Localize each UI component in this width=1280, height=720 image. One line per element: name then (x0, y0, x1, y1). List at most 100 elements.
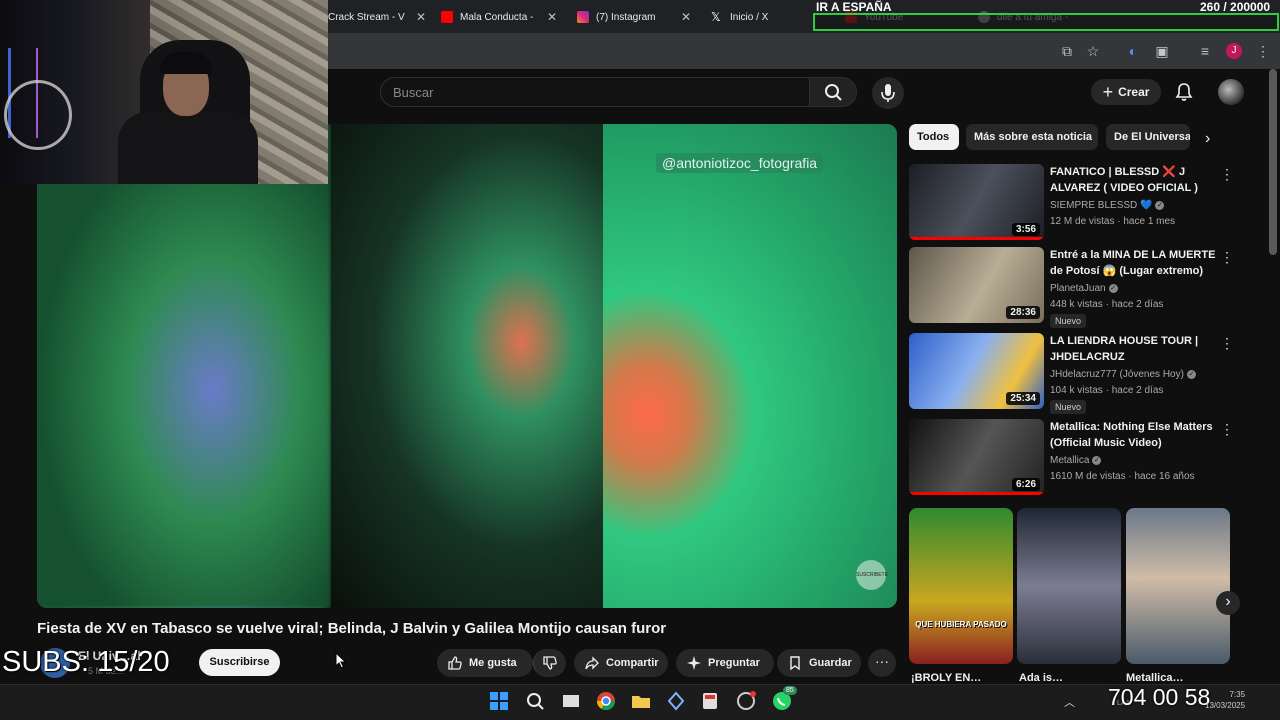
dislike-button[interactable] (533, 649, 566, 677)
watch-progress-bar (909, 237, 1044, 240)
search-icon (825, 84, 842, 101)
scrollbar[interactable] (1269, 69, 1277, 255)
bookmark-star-icon[interactable]: ☆ (1084, 42, 1102, 60)
recommendation-title: LA LIENDRA HOUSE TOUR | JHDELACRUZ (1050, 335, 1199, 363)
account-avatar[interactable] (1218, 79, 1244, 105)
thumbs-up-icon (448, 656, 462, 670)
tab-label: Mala Conducta - (460, 11, 534, 23)
video-duration: 28:36 (1006, 306, 1040, 319)
menu-kebab-icon[interactable]: ⋮ (1254, 42, 1272, 60)
recommendation-channel: PlanetaJuan ✓ (1050, 283, 1118, 294)
more-actions-button[interactable]: ··· (868, 649, 896, 677)
profile-avatar-icon[interactable]: J (1226, 43, 1242, 59)
tab-x[interactable]: 𝕏 Inicio / X (711, 4, 811, 30)
like-label: Me gusta (469, 657, 517, 669)
recommendation-meta: 1610 M de vistas · hace 16 años (1050, 471, 1195, 482)
bookmark-icon (790, 656, 800, 671)
tab-crack-stream[interactable]: Crack Stream - V ✕ (328, 4, 426, 30)
close-icon[interactable]: ✕ (547, 10, 557, 24)
system-clock[interactable]: 7:35 13/03/2025 (1205, 689, 1245, 711)
verified-check-icon: ✓ (1155, 200, 1165, 210)
video-player[interactable] (37, 124, 897, 608)
microphone-icon (881, 84, 895, 102)
ask-button[interactable]: Preguntar (676, 649, 774, 677)
close-icon[interactable]: ✕ (681, 10, 691, 24)
search-icon[interactable] (524, 690, 546, 712)
search-input[interactable]: Buscar (380, 77, 810, 107)
recommendation-item[interactable]: 28:36 Entré a la MINA DE LA MUERTE de Po… (909, 247, 1249, 328)
chevron-right-icon[interactable]: › (1205, 130, 1210, 148)
overlay-stream-clock: 704 00 58 (1108, 684, 1211, 710)
video-frame-right (603, 124, 897, 608)
close-icon[interactable]: ✕ (416, 10, 426, 24)
recommendation-item[interactable]: 25:34 LA LIENDRA HOUSE TOUR | JHDELACRUZ… (909, 333, 1249, 414)
short-title: ¡BROLY EN… (911, 672, 982, 684)
more-options-icon[interactable]: ⋮ (1220, 421, 1234, 438)
progress-overlay-frame (813, 13, 1279, 31)
video-subscribe-badge: SUSCRIBETE (856, 560, 888, 590)
recommendation-channel: SIEMPRE BLESSD 💙 ✓ (1050, 200, 1165, 211)
app-steam-icon[interactable] (735, 690, 757, 712)
video-title: Fiesta de XV en Tabasco se vuelve viral;… (37, 620, 667, 637)
chip-mas-sobre-noticia[interactable]: Más sobre esta noticia (966, 124, 1098, 150)
file-explorer-icon[interactable] (630, 690, 652, 712)
save-button[interactable]: Guardar (777, 649, 861, 677)
cast-icon[interactable]: ⧉ (1058, 42, 1076, 60)
chevron-up-icon[interactable]: ︿ (1064, 694, 1075, 710)
windows-start-icon[interactable] (488, 690, 510, 712)
search-button[interactable] (809, 77, 857, 107)
whatsapp-icon[interactable]: 85 (771, 686, 797, 712)
save-label: Guardar (809, 657, 852, 669)
tab-label: (7) Instagram (596, 11, 656, 23)
subscribe-button[interactable]: Suscribirse (199, 649, 280, 676)
like-button[interactable]: Me gusta (437, 649, 533, 677)
tab-instagram[interactable]: (7) Instagram ✕ (577, 4, 691, 30)
voice-search-button[interactable] (872, 77, 904, 109)
recommendation-title: FANATICO | BLESSD ❌ J ALVAREZ ( VIDEO OF… (1050, 166, 1198, 194)
streamer-webcam (0, 0, 328, 184)
new-badge: Nuevo (1050, 314, 1087, 328)
chrome-icon[interactable] (595, 690, 617, 712)
puzzle-icon[interactable]: ▣ (1153, 42, 1171, 60)
webcam-headset (4, 80, 72, 150)
video-thumbnail[interactable]: 28:36 (909, 247, 1044, 323)
instagram-icon (577, 11, 589, 23)
more-options-icon[interactable]: ⋮ (1220, 249, 1234, 266)
short-thumbnail[interactable] (1126, 508, 1230, 664)
task-view-icon[interactable] (560, 690, 582, 712)
chip-de-el-universal[interactable]: De El Universal (1106, 124, 1190, 150)
verified-check-icon: ✓ (1186, 369, 1196, 379)
media-control-icon[interactable]: ≡ (1196, 42, 1214, 60)
create-button[interactable]: + Crear (1091, 79, 1161, 105)
short-thumbnail[interactable] (1017, 508, 1121, 664)
create-label: Crear (1118, 85, 1150, 99)
more-options-icon[interactable]: ⋮ (1220, 166, 1234, 183)
recommendation-item[interactable]: 6:26 Metallica: Nothing Else Matters (Of… (909, 419, 1249, 499)
short-thumbnail[interactable]: QUE HUBIERA PASADO (909, 508, 1013, 664)
app-diamond-icon[interactable] (665, 690, 687, 712)
recommendation-channel: JHdelacruz777 (Jóvenes Hoy) ✓ (1050, 369, 1196, 380)
short-title: Metallica… (1126, 672, 1184, 684)
chevron-right-icon[interactable]: › (1216, 591, 1240, 615)
thumbs-down-icon (543, 656, 557, 670)
recommendation-item[interactable]: 3:56 FANATICO | BLESSD ❌ J ALVAREZ ( VID… (909, 164, 1249, 244)
overlay-goal-title: IR A ESPAÑA (816, 0, 892, 14)
watch-progress-bar (909, 492, 1044, 495)
share-arrow-icon (585, 656, 599, 670)
extension-audio-icon[interactable]: ◐ (1124, 42, 1142, 60)
system-time: 7:35 (1229, 690, 1246, 699)
video-thumbnail[interactable]: 6:26 (909, 419, 1044, 495)
notifications-bell-icon[interactable] (1174, 82, 1194, 102)
tab-mala-conducta[interactable]: Mala Conducta - ✕ (441, 4, 557, 30)
video-duration: 6:26 (1011, 478, 1040, 491)
overlay-subs-counter: SUBS: 15/20 (2, 646, 170, 678)
more-options-icon[interactable]: ⋮ (1220, 335, 1234, 352)
video-thumbnail[interactable]: 3:56 (909, 164, 1044, 240)
app-calculator-icon[interactable] (699, 690, 721, 712)
chip-todos[interactable]: Todos (909, 124, 959, 150)
video-frame-left (37, 124, 331, 608)
recommendation-meta: 104 k vistas · hace 2 días (1050, 385, 1164, 396)
share-button[interactable]: Compartir (574, 649, 668, 677)
tab-label: Crack Stream - V (328, 11, 405, 23)
video-thumbnail[interactable]: 25:34 (909, 333, 1044, 409)
